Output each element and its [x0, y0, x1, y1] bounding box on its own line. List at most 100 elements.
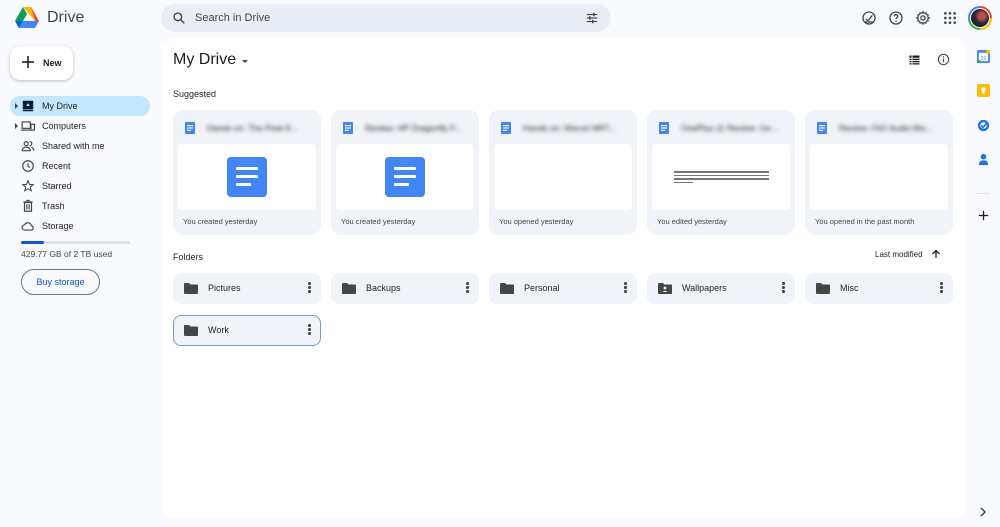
file-title: Hands on: The Pixel 8...: [207, 123, 298, 133]
settings-icon[interactable]: [915, 10, 931, 26]
sidebar-item-label: Recent: [42, 161, 71, 171]
folder-item[interactable]: Misc: [805, 273, 953, 304]
expand-caret-icon[interactable]: [15, 103, 18, 109]
page-title[interactable]: My Drive: [173, 51, 249, 69]
suggested-file-card[interactable]: Hands on: Marcel NRT... You opened yeste…: [489, 110, 637, 235]
sidebar-item-storage[interactable]: Storage: [10, 216, 150, 236]
calendar-icon[interactable]: 31: [977, 50, 990, 63]
file-thumbnail: [178, 144, 316, 210]
file-activity: You opened yesterday: [499, 217, 574, 226]
folder-item-selected[interactable]: Work: [173, 315, 321, 346]
suggested-files: Hands on: The Pixel 8... You created yes…: [173, 110, 953, 235]
folder-icon: [816, 283, 830, 294]
help-icon[interactable]: [888, 10, 904, 26]
suggested-file-card[interactable]: Review: HP Dragonfly F... You created ye…: [331, 110, 479, 235]
sidebar-item-label: My Drive: [42, 101, 78, 111]
storage-usage-bar: [21, 241, 130, 244]
google-docs-icon: [343, 122, 353, 134]
sidebar-nav: My Drive Computers Shared with me Recent…: [10, 96, 150, 236]
svg-text:31: 31: [981, 56, 987, 62]
file-activity: You created yesterday: [183, 217, 258, 226]
search-input[interactable]: Search in Drive: [195, 12, 270, 24]
storage-usage-fill: [21, 241, 44, 244]
suggested-heading: Suggested: [173, 89, 217, 99]
folder-item[interactable]: Wallpapers: [647, 273, 795, 304]
folder-item[interactable]: Personal: [489, 273, 637, 304]
keep-icon[interactable]: [977, 84, 990, 97]
folder-name: Wallpapers: [682, 283, 727, 293]
divider: [976, 193, 990, 194]
sort-control[interactable]: Last modified: [875, 249, 941, 259]
search-icon[interactable]: [172, 11, 186, 25]
suggested-file-card[interactable]: Hands on: The Pixel 8... You created yes…: [173, 110, 321, 235]
new-button[interactable]: New: [10, 46, 73, 80]
more-options-icon[interactable]: [466, 282, 469, 294]
suggested-file-card[interactable]: Review: FiiO Audio Ma... You opened in t…: [805, 110, 953, 235]
folder-icon: [184, 283, 198, 294]
doc-thumbnail-icon: [385, 157, 425, 197]
app-name: Drive: [47, 8, 85, 26]
apps-grid-icon[interactable]: [942, 10, 958, 26]
folder-item[interactable]: Pictures: [173, 273, 321, 304]
file-title: Review: FiiO Audio Ma...: [839, 123, 933, 133]
computers-icon: [21, 121, 35, 131]
file-title: Hands on: Marcel NRT...: [523, 123, 616, 133]
my-drive-icon: [22, 100, 34, 112]
tasks-icon[interactable]: [977, 119, 990, 132]
more-options-icon[interactable]: [624, 282, 627, 294]
more-options-icon[interactable]: [782, 282, 785, 294]
more-options-icon[interactable]: [308, 324, 311, 336]
doc-text-preview: [673, 169, 769, 185]
buy-storage-button[interactable]: Buy storage: [21, 269, 100, 295]
search-bar[interactable]: Search in Drive: [161, 4, 611, 32]
file-thumbnail: [494, 144, 632, 210]
folders-heading: Folders: [173, 252, 204, 262]
drive-logo[interactable]: Drive: [15, 7, 84, 28]
suggested-file-card[interactable]: OnePlus 11 Review: Gett... You edited ye…: [647, 110, 795, 235]
shared-icon: [21, 141, 35, 152]
cloud-icon: [21, 222, 34, 231]
add-addon-icon[interactable]: [977, 209, 990, 222]
folder-item[interactable]: Backups: [331, 273, 479, 304]
drive-logo-icon: [15, 7, 39, 28]
side-panel: 31: [966, 38, 1000, 527]
contacts-icon[interactable]: [977, 153, 990, 166]
sidebar-item-recent[interactable]: Recent: [10, 156, 150, 176]
account-avatar[interactable]: [968, 6, 992, 30]
folder-icon: [500, 283, 514, 294]
file-activity: You created yesterday: [341, 217, 416, 226]
storage-usage-text: 429.77 GB of 2 TB used: [21, 249, 113, 259]
arrow-up-icon[interactable]: [931, 249, 941, 259]
sidebar-item-starred[interactable]: Starred: [10, 176, 150, 196]
sidebar-item-my-drive[interactable]: My Drive: [10, 96, 150, 116]
sidebar-item-shared-with-me[interactable]: Shared with me: [10, 136, 150, 156]
doc-thumbnail-icon: [227, 157, 267, 197]
google-docs-icon: [817, 122, 827, 134]
info-icon[interactable]: [937, 53, 950, 66]
folder-name: Backups: [366, 283, 401, 293]
folder-icon: [342, 283, 356, 294]
sidebar-item-label: Starred: [42, 181, 72, 191]
file-thumbnail: [336, 144, 474, 210]
top-bar: Drive Search in Drive: [0, 0, 1000, 38]
file-thumbnail: [810, 144, 948, 210]
show-side-panel-icon[interactable]: [979, 507, 987, 517]
google-docs-icon: [659, 122, 669, 134]
tune-icon[interactable]: [585, 11, 599, 25]
more-options-icon[interactable]: [308, 282, 311, 294]
plus-icon: [22, 56, 34, 68]
offline-ready-icon[interactable]: [861, 10, 877, 26]
sidebar-item-trash[interactable]: Trash: [10, 196, 150, 216]
folder-name: Misc: [840, 283, 859, 293]
file-thumbnail: [652, 144, 790, 210]
sidebar-item-label: Shared with me: [42, 141, 105, 151]
sort-label[interactable]: Last modified: [875, 250, 923, 259]
dropdown-arrow-icon[interactable]: [242, 59, 249, 63]
file-title: OnePlus 11 Review: Gett...: [681, 123, 781, 133]
folder-name: Pictures: [208, 283, 241, 293]
sidebar-item-computers[interactable]: Computers: [10, 116, 150, 136]
more-options-icon[interactable]: [940, 282, 943, 294]
list-view-icon[interactable]: [909, 55, 920, 65]
page-title-text: My Drive: [173, 51, 237, 68]
expand-caret-icon[interactable]: [15, 123, 18, 129]
